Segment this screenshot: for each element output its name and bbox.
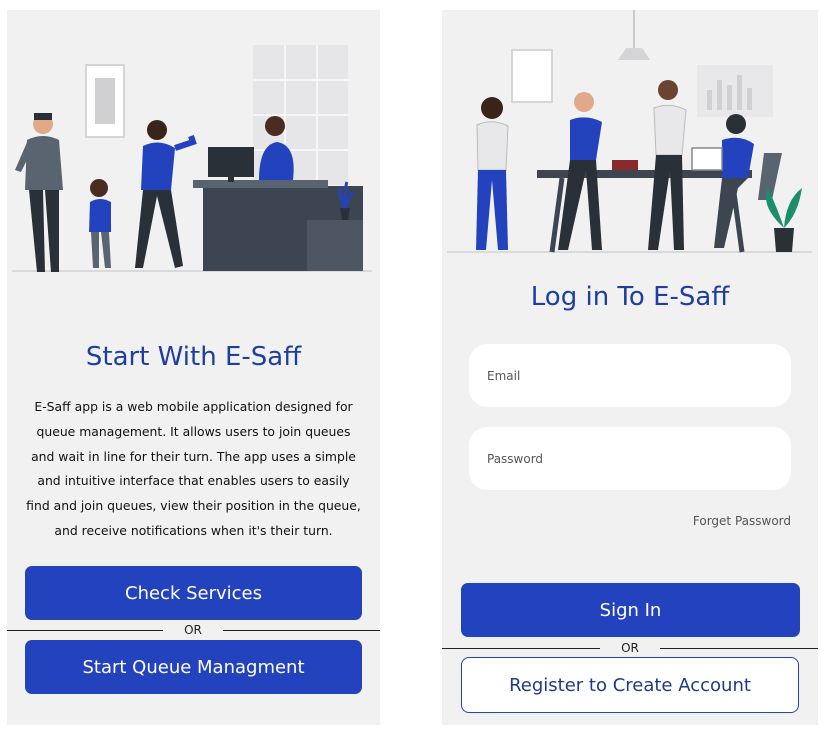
register-button[interactable]: Register to Create Account [461, 657, 799, 713]
divider-line [442, 648, 600, 649]
or-text: OR [184, 623, 202, 637]
office-team-illustration-icon [447, 10, 812, 253]
reception-illustration-icon [12, 45, 372, 272]
start-screen: Start With E-Saff E-Saff app is a web mo… [7, 10, 380, 725]
or-divider: OR [7, 623, 380, 637]
app-description: E-Saff app is a web mobile application d… [26, 399, 361, 538]
login-screen: Log in To E-Saff Forget Password Sign In… [442, 10, 818, 725]
check-services-button[interactable]: Check Services [25, 566, 362, 620]
login-title: Log in To E-Saff [530, 282, 730, 312]
forget-password-link[interactable]: Forget Password [693, 514, 791, 528]
page-title: Start With E-Saff [85, 342, 302, 372]
email-input[interactable] [469, 344, 791, 407]
sign-in-button[interactable]: Sign In [461, 583, 800, 637]
divider-line [223, 630, 380, 631]
divider-line [660, 648, 818, 649]
password-input[interactable] [469, 427, 791, 490]
or-divider: OR [442, 641, 818, 655]
start-queue-management-button[interactable]: Start Queue Managment [25, 640, 362, 694]
or-text: OR [621, 641, 639, 655]
divider-line [7, 630, 163, 631]
